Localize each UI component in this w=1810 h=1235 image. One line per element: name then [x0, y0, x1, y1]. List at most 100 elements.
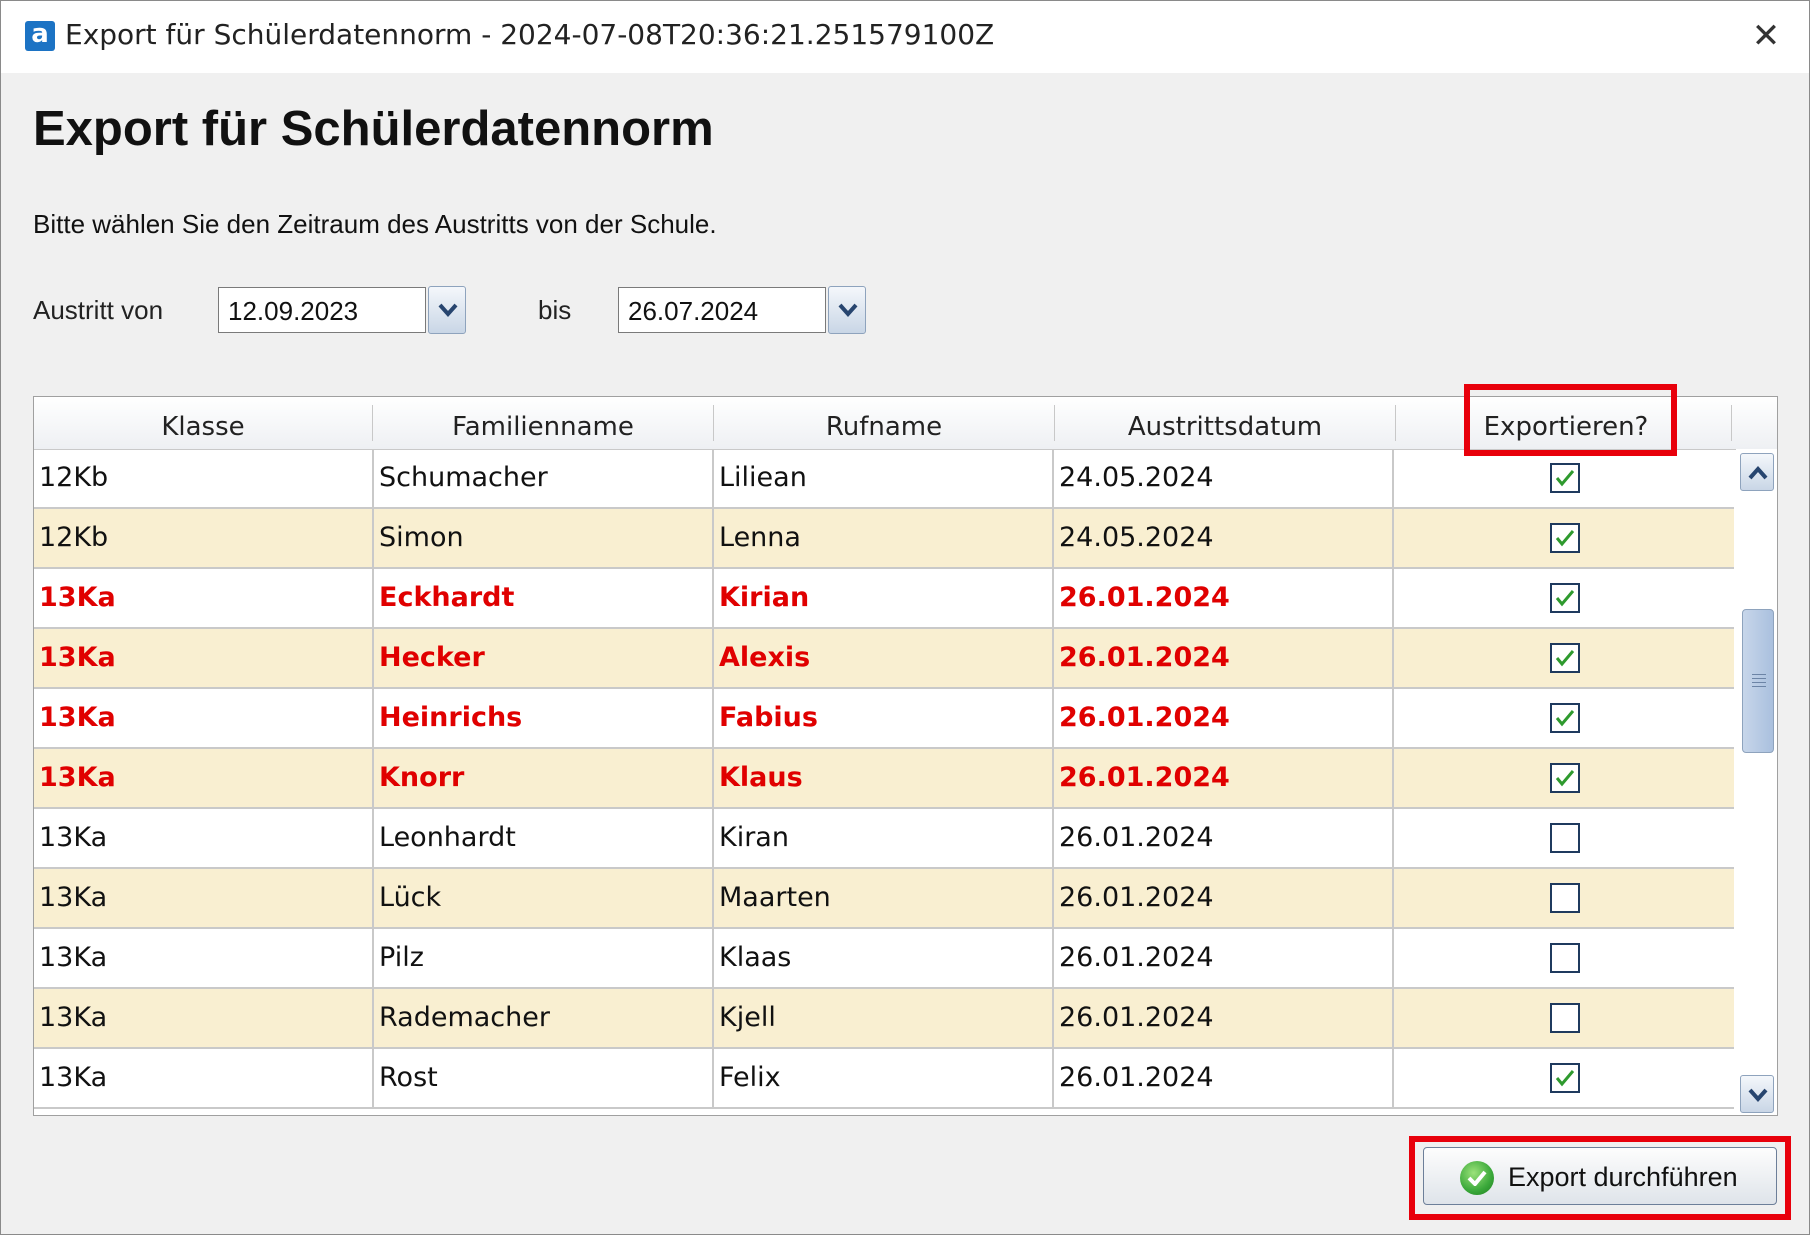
app-logo-icon: a: [25, 21, 55, 51]
cell-klasse: 13Ka: [39, 882, 108, 913]
table-row[interactable]: 13Ka Eckhardt Kirian 26.01.2024: [34, 569, 1734, 629]
checkmark-icon: [1555, 770, 1575, 787]
cell-austrittsdatum: 24.05.2024: [1059, 462, 1214, 493]
table-row[interactable]: 12Kb Schumacher Liliean 24.05.2024: [34, 449, 1734, 509]
to-date-field[interactable]: 26.07.2024: [618, 287, 826, 333]
cell-familienname: Simon: [379, 522, 464, 553]
cell-klasse: 12Kb: [39, 462, 109, 493]
bis-label: bis: [538, 295, 572, 325]
cell-austrittsdatum: 26.01.2024: [1059, 762, 1230, 793]
export-checkbox[interactable]: [1550, 643, 1580, 673]
table-row[interactable]: 13Ka Hecker Alexis 26.01.2024: [34, 629, 1734, 689]
cell-rufname: Kjell: [719, 1002, 776, 1033]
checkmark-icon: [1555, 650, 1575, 667]
cell-klasse: 13Ka: [39, 942, 108, 973]
cell-rufname: Felix: [719, 1062, 781, 1093]
instruction-text: Bitte wählen Sie den Zeitraum des Austri…: [33, 209, 717, 239]
cell-familienname: Rost: [379, 1062, 438, 1093]
export-checkbox[interactable]: [1550, 463, 1580, 493]
export-checkbox[interactable]: [1550, 523, 1580, 553]
cell-klasse: 13Ka: [39, 582, 116, 613]
cell-klasse: 13Ka: [39, 762, 116, 793]
export-checkbox[interactable]: [1550, 943, 1580, 973]
cell-familienname: Rademacher: [379, 1002, 550, 1033]
table-row[interactable]: 13Ka Leonhardt Kiran 26.01.2024: [34, 809, 1734, 869]
checkmark-icon: [1555, 1070, 1575, 1087]
cell-familienname: Schumacher: [379, 462, 548, 493]
table-row[interactable]: 13Ka Rost Felix 26.01.2024: [34, 1049, 1734, 1109]
checkmark-icon: [1555, 530, 1575, 547]
cell-austrittsdatum: 26.01.2024: [1059, 642, 1230, 673]
export-button-annotation-box: [1409, 1136, 1791, 1220]
cell-familienname: Lück: [379, 882, 442, 913]
checkmark-icon: [1555, 590, 1575, 607]
cell-austrittsdatum: 26.01.2024: [1059, 1002, 1214, 1033]
export-checkbox[interactable]: [1550, 583, 1580, 613]
table-row[interactable]: 13Ka Knorr Klaus 26.01.2024: [34, 749, 1734, 809]
table-row[interactable]: 13Ka Pilz Klaas 26.01.2024: [34, 929, 1734, 989]
cell-klasse: 13Ka: [39, 1062, 108, 1093]
cell-rufname: Liliean: [719, 462, 807, 493]
cell-austrittsdatum: 26.01.2024: [1059, 822, 1214, 853]
from-date-field[interactable]: 12.09.2023: [218, 287, 426, 333]
cell-rufname: Lenna: [719, 522, 801, 553]
export-checkbox[interactable]: [1550, 703, 1580, 733]
export-checkbox[interactable]: [1550, 883, 1580, 913]
export-checkbox[interactable]: [1550, 823, 1580, 853]
cell-austrittsdatum: 24.05.2024: [1059, 522, 1214, 553]
cell-austrittsdatum: 26.01.2024: [1059, 1062, 1214, 1093]
page-title: Export für Schülerdatennorm: [33, 102, 714, 156]
column-header-familienname[interactable]: Familienname: [373, 397, 713, 449]
vertical-scrollbar[interactable]: [1736, 449, 1777, 1115]
cell-familienname: Eckhardt: [379, 582, 515, 613]
chevron-up-icon: [1748, 465, 1768, 480]
cell-klasse: 13Ka: [39, 822, 108, 853]
chevron-down-icon: [1748, 1088, 1768, 1103]
column-header-rufname[interactable]: Rufname: [714, 397, 1054, 449]
chevron-down-icon: [438, 303, 458, 318]
table-row[interactable]: 12Kb Simon Lenna 24.05.2024: [34, 509, 1734, 569]
cell-rufname: Klaus: [719, 762, 803, 793]
close-icon[interactable]: ✕: [1741, 11, 1791, 61]
export-checkbox[interactable]: [1550, 763, 1580, 793]
austritt-von-label: Austritt von: [33, 295, 164, 325]
to-date-dropdown-button[interactable]: [828, 286, 866, 334]
cell-klasse: 13Ka: [39, 1002, 108, 1033]
cell-rufname: Fabius: [719, 702, 818, 733]
exportieren-annotation-box: [1464, 384, 1677, 456]
title-bar: a Export für Schülerdatennorm - 2024-07-…: [1, 1, 1809, 73]
cell-klasse: 13Ka: [39, 702, 116, 733]
cell-austrittsdatum: 26.01.2024: [1059, 942, 1214, 973]
window-title: Export für Schülerdatennorm - 2024-07-08…: [65, 18, 995, 51]
cell-familienname: Pilz: [379, 942, 424, 973]
cell-familienname: Hecker: [379, 642, 485, 673]
cell-austrittsdatum: 26.01.2024: [1059, 702, 1230, 733]
export-checkbox[interactable]: [1550, 1003, 1580, 1033]
cell-klasse: 13Ka: [39, 642, 116, 673]
cell-familienname: Leonhardt: [379, 822, 516, 853]
export-checkbox[interactable]: [1550, 1063, 1580, 1093]
checkmark-icon: [1555, 710, 1575, 727]
cell-austrittsdatum: 26.01.2024: [1059, 882, 1214, 913]
column-header-austrittsdatum[interactable]: Austrittsdatum: [1055, 397, 1395, 449]
cell-rufname: Klaas: [719, 942, 792, 973]
cell-familienname: Heinrichs: [379, 702, 523, 733]
scroll-up-button[interactable]: [1740, 453, 1774, 491]
export-dialog: a Export für Schülerdatennorm - 2024-07-…: [0, 0, 1810, 1235]
cell-familienname: Knorr: [379, 762, 465, 793]
cell-rufname: Alexis: [719, 642, 811, 673]
cell-rufname: Maarten: [719, 882, 831, 913]
cell-rufname: Kiran: [719, 822, 789, 853]
scrollbar-thumb[interactable]: [1742, 609, 1774, 753]
table-row[interactable]: 13Ka Heinrichs Fabius 26.01.2024: [34, 689, 1734, 749]
checkmark-icon: [1555, 470, 1575, 487]
table-row[interactable]: 13Ka Lück Maarten 26.01.2024: [34, 869, 1734, 929]
cell-austrittsdatum: 26.01.2024: [1059, 582, 1230, 613]
cell-rufname: Kirian: [719, 582, 810, 613]
cell-klasse: 12Kb: [39, 522, 109, 553]
column-header-klasse[interactable]: Klasse: [34, 397, 372, 449]
scroll-down-button[interactable]: [1740, 1075, 1774, 1113]
students-table: Klasse Familienname Rufname Austrittsdat…: [33, 396, 1778, 1116]
from-date-dropdown-button[interactable]: [428, 286, 466, 334]
table-row[interactable]: 13Ka Rademacher Kjell 26.01.2024: [34, 989, 1734, 1049]
